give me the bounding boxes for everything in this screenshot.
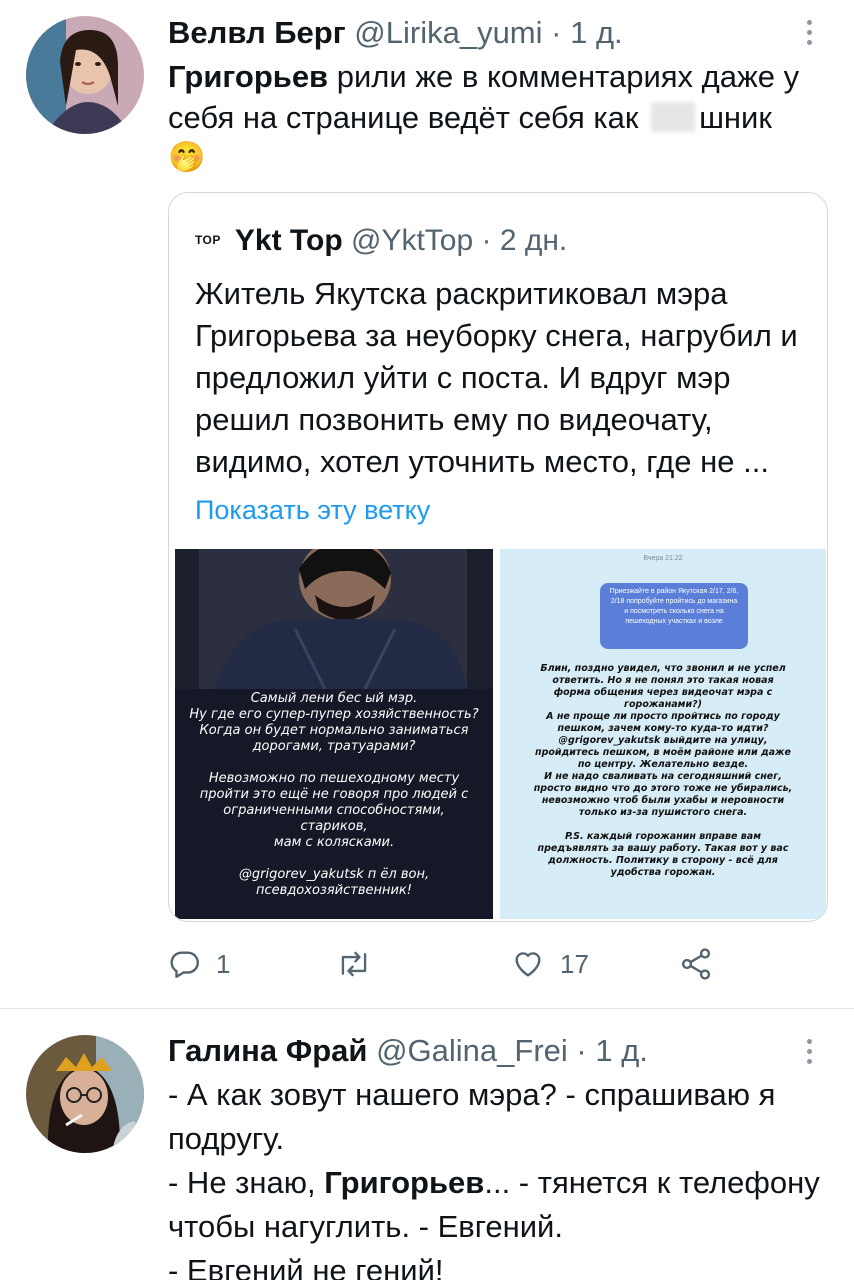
reply-button[interactable]: 1 [168, 940, 230, 988]
message-date: Вчера 21:22 [643, 555, 683, 562]
left-image-caption: Самый лени бес ый мэр. Ну где его супер-п… [175, 691, 493, 899]
right-caption-line [504, 819, 822, 831]
tweet-actions: 1 17 [168, 940, 728, 988]
avatar-velvl-image [26, 16, 144, 134]
avatar-galina[interactable] [26, 1035, 144, 1153]
tweet-2[interactable]: Галина Фрай @Galina_Frei · 1 д. - А как … [0, 1009, 854, 1280]
tweet-1-text: Григорьев рили же в комментариях даже у … [168, 56, 838, 178]
text-line-2-end: шник [699, 100, 772, 135]
right-caption-line: пройдитесь пешком, в моём районе или даж… [535, 747, 791, 758]
more-options-icon[interactable] [806, 20, 814, 50]
share-button[interactable] [678, 940, 714, 988]
left-caption-line: псевдохозяйственник! [256, 883, 412, 898]
tweet-time[interactable]: · 1 д. [551, 15, 623, 50]
text-line-4: чтобы нагуглить. - Евгений. [168, 1209, 563, 1244]
right-caption-line: невозможно чтоб были ухабы и неровности [541, 795, 785, 806]
text-line-3: - Не знаю, Григорьев... - тянется к теле… [168, 1165, 820, 1200]
text-line-2: себя на странице ведёт себя как [168, 100, 648, 135]
retweet-icon [341, 951, 367, 977]
right-caption-line: просто видно что до этого тоже не убирал… [533, 783, 793, 794]
left-caption-line: дорогами, тратуарами? [252, 739, 416, 754]
right-caption-line: горожанами?) [624, 699, 702, 710]
like-count: 17 [560, 948, 589, 979]
like-button[interactable]: 17 [510, 940, 589, 988]
left-caption-line [175, 851, 493, 867]
quoted-tweet-text: Житель Якутска раскритиковал мэра Григор… [195, 276, 798, 479]
ykt-top-logo: ТОР [195, 233, 221, 247]
reply-count: 1 [216, 948, 231, 979]
left-caption-line: пройти это ещё не говоря про людей с [199, 787, 469, 802]
quoted-image-left[interactable]: Самый лени бес ый мэр. Ну где его супер-п… [175, 549, 493, 919]
left-caption-line: Когда он будет нормально заниматься [199, 723, 469, 738]
right-caption-line: предъявлять за вашу работу. Такая вот у … [537, 843, 789, 854]
author-handle[interactable]: @Lirika_yumi [354, 15, 542, 50]
right-caption-line: ответить. Но я не понял это такая новая [552, 675, 774, 686]
heart-icon [515, 952, 541, 977]
quoted-tweet-header: ТОР Ykt Top @YktTop · 2 дн. [195, 221, 567, 260]
right-caption-line: должность. Политику в сторону - всё для [548, 855, 778, 866]
left-caption-line: Самый лени бес ый мэр. [250, 691, 418, 706]
left-caption-line: @grigorev_yakutsk п ёл вон, [238, 867, 430, 882]
tweet-1-header: Велвл Берг @Lirika_yumi · 1 д. [168, 14, 623, 52]
text-line-2: подругу. [168, 1121, 285, 1156]
tweet-1[interactable]: Велвл Берг @Lirika_yumi · 1 д. Григорьев… [0, 0, 854, 1008]
text-line-1: - А как зовут нашего мэра? - спрашиваю я [168, 1077, 776, 1112]
tweet-time[interactable]: · 1 д. [576, 1033, 648, 1068]
left-caption-line: Ну где его супер-пупер хозяйственность? [189, 707, 479, 722]
avatar-galina-image [26, 1035, 144, 1153]
quoted-tweet-card[interactable]: ТОР Ykt Top @YktTop · 2 дн. Житель Якутск… [168, 192, 828, 922]
quoted-author-handle[interactable]: @YktTop [351, 224, 473, 257]
left-caption-line: стариков, [300, 819, 368, 834]
left-caption-line [175, 755, 493, 771]
author-name[interactable]: Галина Фрай [168, 1033, 367, 1068]
tweet-2-header: Галина Фрай @Galina_Frei · 1 д. [168, 1032, 648, 1070]
quoted-image-right[interactable]: Вчера 21:22 Приезжайте в район Якутская … [500, 549, 826, 919]
left-caption-line: мам с колясками. [273, 835, 395, 850]
right-image-caption: Блин, поздно увидел, что звонил и не усп… [504, 663, 822, 879]
quoted-author-name[interactable]: Ykt Top [235, 224, 343, 257]
show-thread-link[interactable]: Показать эту ветку [195, 493, 430, 527]
text-line-5: - Евгений не гений! [168, 1253, 444, 1280]
right-caption-line: только из-за пушистого снега. [578, 807, 748, 818]
right-caption-line: удобства горожан. [610, 867, 716, 878]
text-line-1: рили же в комментариях даже у [328, 59, 800, 94]
hand-over-mouth-emoji: 🤭 [168, 141, 206, 174]
tweet-2-text: - А как зовут нашего мэра? - спрашиваю я… [168, 1073, 838, 1280]
quoted-tweet-time[interactable]: · 2 дн. [482, 224, 568, 257]
right-caption-line: пешком, зачем кому-то куда-то идти? [557, 723, 769, 734]
author-handle[interactable]: @Galina_Frei [376, 1033, 568, 1068]
bold-grigoriev: Григорьев [324, 1165, 485, 1200]
author-name[interactable]: Велвл Берг [168, 15, 346, 50]
message-bubble: Приезжайте в район Якутская 2/17, 2/6, 2… [600, 583, 748, 649]
retweet-button[interactable] [336, 940, 386, 988]
mention-grigoriev[interactable]: Григорьев [168, 59, 328, 94]
right-caption-line: А не проще ли просто пройтись по городу [546, 711, 780, 722]
share-icon [681, 948, 711, 980]
reply-icon [170, 951, 199, 978]
left-caption-line: Невозможно по пешеходному месту [208, 771, 460, 786]
right-caption-line: по центру. Желательно везде. [577, 759, 749, 770]
right-caption-line: P.S. каждый горожанин вправе вам [565, 831, 761, 842]
left-caption-line: ограниченными способностями, [223, 803, 445, 818]
right-caption-line: форма общения через видеочат мэра с [553, 687, 773, 698]
right-caption-line: Блин, поздно увидел, что звонил и не усп… [540, 663, 786, 674]
person-photo [175, 549, 493, 689]
right-caption-line: И не надо сваливать на сегодняшний снег, [544, 771, 782, 782]
more-options-icon[interactable] [806, 1039, 814, 1069]
avatar-velvl[interactable] [26, 16, 144, 134]
right-caption-line: @grigorev_yakutsk выйдите на улицу, [558, 735, 768, 746]
censored-blur [651, 102, 696, 132]
